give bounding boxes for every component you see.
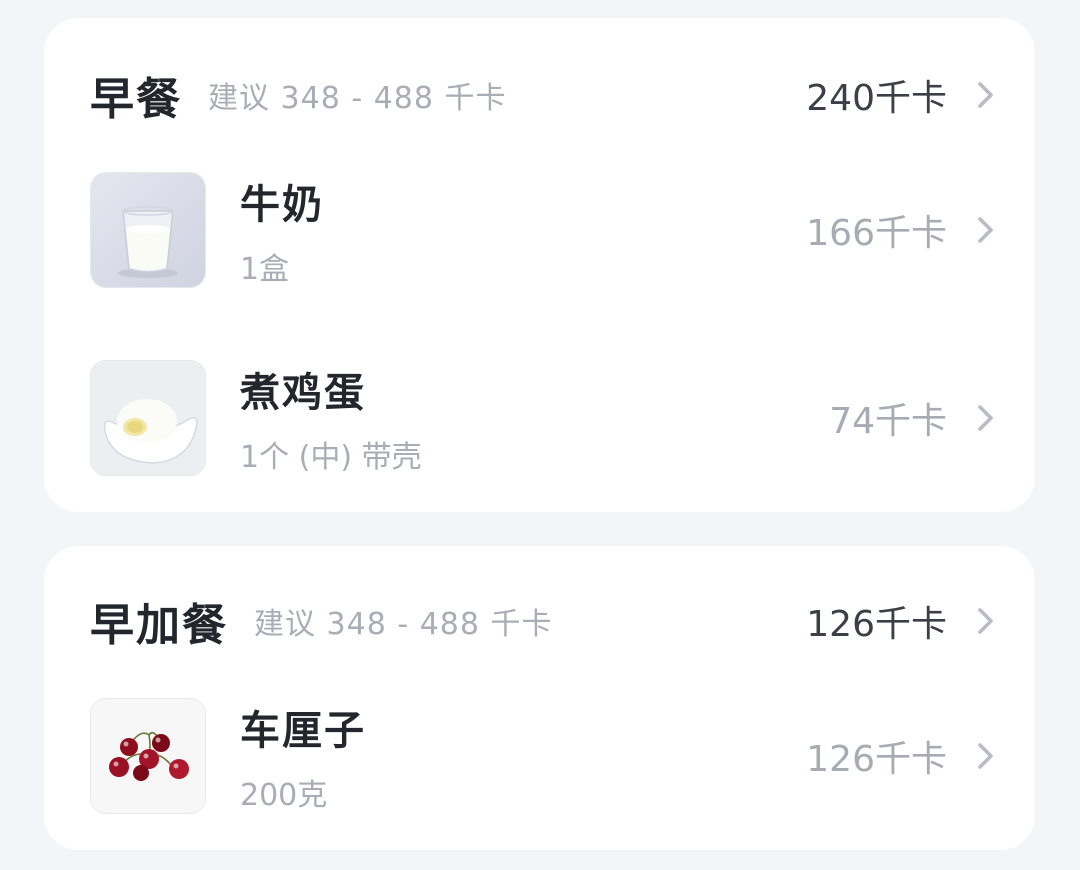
food-item-milk[interactable]: 牛奶 1盒 166千卡 — [90, 171, 995, 289]
boiled-egg-icon — [90, 360, 206, 476]
food-kcal: 166千卡 — [806, 213, 947, 254]
food-amount: 1盒 — [240, 252, 290, 287]
food-kcal: 126千卡 — [806, 739, 947, 780]
meal-total-kcal: 240千卡 — [806, 78, 947, 119]
food-item-cherries[interactable]: 车厘子 200克 126千卡 — [90, 697, 995, 815]
food-amount: 200克 — [240, 778, 328, 813]
meal-suggestion: 建议 348 - 488 千卡 — [254, 607, 553, 642]
chevron-right-icon — [955, 404, 995, 432]
food-kcal: 74千卡 — [829, 401, 947, 442]
meal-total-kcal: 126千卡 — [806, 604, 947, 645]
milk-glass-icon — [90, 172, 206, 288]
chevron-right-icon — [955, 607, 995, 635]
food-name: 牛奶 — [240, 182, 324, 228]
meal-header-breakfast[interactable]: 早餐 建议 348 - 488 千卡 240千卡 — [90, 65, 995, 125]
chevron-right-icon — [955, 216, 995, 244]
food-name: 煮鸡蛋 — [240, 370, 366, 416]
chevron-right-icon — [955, 81, 995, 109]
meal-title: 早加餐 — [90, 600, 228, 651]
meal-card-breakfast: 早餐 建议 348 - 488 千卡 240千卡 牛奶 1盒 166千卡 煮鸡蛋… — [44, 18, 1035, 512]
food-name: 车厘子 — [240, 708, 366, 754]
chevron-right-icon — [955, 742, 995, 770]
meal-title: 早餐 — [90, 74, 182, 125]
meal-card-morning-snack: 早加餐 建议 348 - 488 千卡 126千卡 车厘子 200克 126千卡 — [44, 546, 1035, 850]
food-amount: 1个 (中) 带壳 — [240, 440, 422, 475]
meal-suggestion: 建议 348 - 488 千卡 — [208, 81, 507, 116]
cherries-icon — [90, 698, 206, 814]
food-item-boiled-egg[interactable]: 煮鸡蛋 1个 (中) 带壳 74千卡 — [90, 359, 995, 477]
meal-header-morning-snack[interactable]: 早加餐 建议 348 - 488 千卡 126千卡 — [90, 591, 995, 651]
